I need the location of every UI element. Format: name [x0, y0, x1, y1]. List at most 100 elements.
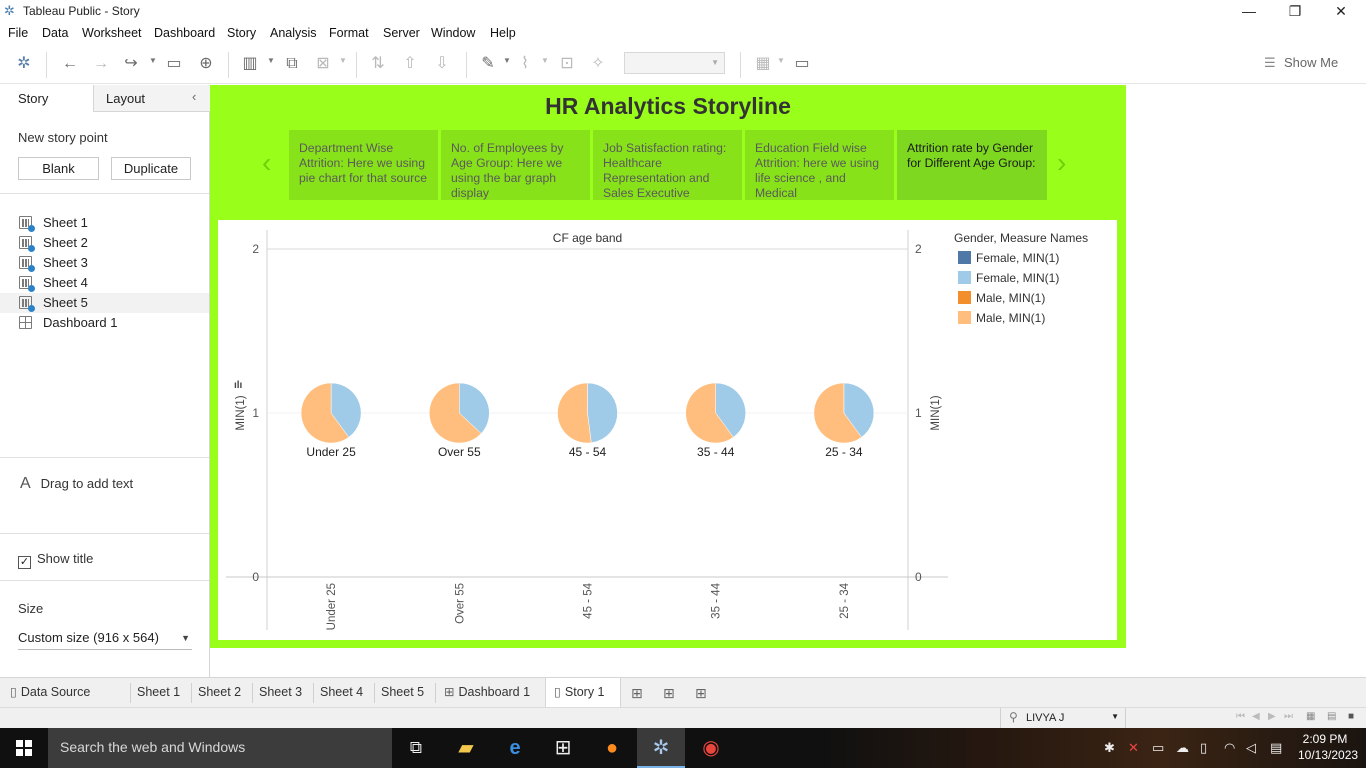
printer-icon[interactable]: ▭	[1152, 740, 1164, 756]
store-icon[interactable]: ⊞	[539, 728, 587, 768]
minimize-button[interactable]: —	[1226, 0, 1272, 22]
user-menu[interactable]: ⚲ LIVYA J ▼	[1000, 708, 1126, 729]
replay-dropdown-icon[interactable]: ▼	[149, 56, 157, 65]
sheet-list-item[interactable]: Sheet 5	[0, 293, 209, 313]
menu-server[interactable]: Server	[383, 26, 420, 40]
duplicate-sheet-icon[interactable]: ⧉	[282, 54, 302, 74]
task-view-icon[interactable]: ⧉	[392, 728, 440, 768]
swap-icon[interactable]: ⇅	[368, 54, 388, 74]
first-sheet-icon[interactable]: ⏮	[1236, 711, 1245, 722]
file-explorer-icon[interactable]: ▰	[442, 728, 490, 768]
menu-worksheet[interactable]: Worksheet	[82, 26, 142, 40]
menu-analysis[interactable]: Analysis	[270, 26, 317, 40]
sheet-list-item[interactable]: Sheet 2	[0, 233, 209, 253]
last-sheet-icon[interactable]: ⏭	[1284, 711, 1293, 722]
sheet-tab[interactable]: Sheet 5	[381, 678, 424, 708]
restore-button[interactable]: ❐	[1272, 0, 1318, 22]
save-icon[interactable]: ▭	[164, 54, 184, 74]
story-point-3[interactable]: Job Satisfaction rating: Healthcare Repr…	[593, 130, 742, 200]
menu-story[interactable]: Story	[227, 26, 256, 40]
fit-select[interactable]: ▼	[624, 52, 725, 74]
tableau-logo-icon[interactable]: ✲	[14, 54, 34, 74]
new-worksheet-dropdown-icon[interactable]: ▼	[267, 56, 275, 65]
drag-to-add-text[interactable]: A Drag to add text	[20, 475, 133, 493]
new-worksheet-tab-icon[interactable]: ⊞	[631, 685, 643, 702]
sheet-list-item[interactable]: Sheet 3	[0, 253, 209, 273]
new-worksheet-icon[interactable]: ▥	[240, 54, 260, 74]
sheet-tab[interactable]: Sheet 2	[198, 678, 241, 708]
chrome-icon[interactable]: ◉	[687, 728, 735, 768]
sheet-list-item[interactable]: Sheet 1	[0, 213, 209, 233]
story-point-1[interactable]: Department Wise Attrition: Here we using…	[289, 130, 438, 200]
dashboard-tab[interactable]: ⊞ Dashboard 1	[444, 678, 530, 708]
story-point-2[interactable]: No. of Employees by Age Group: Here we u…	[441, 130, 590, 200]
sort-ascending-icon[interactable]: ⇧	[400, 54, 420, 74]
clear-sheet-dropdown-icon[interactable]: ▼	[339, 56, 347, 65]
undo-icon[interactable]: ←	[60, 54, 80, 74]
menu-data[interactable]: Data	[42, 26, 68, 40]
sheet-list-item[interactable]: Dashboard 1	[0, 313, 209, 333]
bluetooth-icon[interactable]: ✱	[1104, 740, 1115, 756]
sheet-sorter-icon[interactable]: ▦	[1306, 711, 1315, 722]
previous-story-point-arrow[interactable]: ‹	[262, 147, 271, 179]
show-me-button[interactable]: ☰ Show Me	[1264, 55, 1338, 71]
filmstrip-icon[interactable]: ▤	[1327, 711, 1336, 722]
tab-story[interactable]: Story	[0, 85, 93, 112]
onedrive-icon[interactable]: ☁	[1176, 740, 1189, 756]
replay-icon[interactable]: ↪	[121, 54, 141, 74]
firefox-icon[interactable]: ●	[588, 728, 636, 768]
previous-sheet-icon[interactable]: ◀	[1252, 711, 1260, 722]
volume-icon[interactable]: ◁	[1246, 740, 1256, 756]
sheet-tab[interactable]: Sheet 4	[320, 678, 363, 708]
story-tab[interactable]: ▯ Story 1	[545, 678, 621, 708]
sheet-list-item[interactable]: Sheet 4	[0, 273, 209, 293]
tabs-view-icon[interactable]: ■	[1348, 711, 1354, 722]
collapse-pane-icon[interactable]: ‹	[192, 89, 196, 104]
next-sheet-icon[interactable]: ▶	[1268, 711, 1276, 722]
menu-bar: File Data Worksheet Dashboard Story Anal…	[0, 22, 1366, 44]
edge-browser-icon[interactable]: e	[491, 728, 539, 768]
menu-help[interactable]: Help	[490, 26, 516, 40]
x-tick-label: Under 25	[326, 583, 338, 630]
story-point-4[interactable]: Education Field wise Attrition: here we …	[745, 130, 894, 200]
checkbox-icon[interactable]: ✓	[18, 556, 31, 569]
close-button[interactable]: ✕	[1318, 0, 1364, 22]
fix-axes-icon[interactable]: ✧	[588, 54, 608, 74]
data-source-tab[interactable]: ▯ Data Source	[10, 678, 90, 708]
notification-icon[interactable]: ▤	[1270, 740, 1282, 756]
group-icon[interactable]: ⌇	[515, 54, 535, 74]
presentation-icon[interactable]: ▭	[792, 54, 812, 74]
taskbar-search[interactable]: Search the web and Windows	[48, 728, 392, 768]
window-title: Tableau Public - Story	[23, 4, 140, 18]
new-dashboard-tab-icon[interactable]: ⊞	[663, 685, 675, 702]
sort-descending-icon[interactable]: ⇩	[432, 54, 452, 74]
duplicate-button[interactable]: Duplicate	[111, 157, 191, 180]
wifi-icon[interactable]: ◠	[1224, 740, 1235, 756]
sheet-tab[interactable]: Sheet 3	[259, 678, 302, 708]
blank-button[interactable]: Blank	[18, 157, 99, 180]
menu-window[interactable]: Window	[431, 26, 475, 40]
group-dropdown-icon[interactable]: ▼	[541, 56, 549, 65]
battery-icon[interactable]: ▯	[1200, 740, 1207, 756]
label-icon[interactable]: ⊡	[557, 54, 577, 74]
show-title-checkbox[interactable]: ✓ Show title	[18, 551, 93, 569]
highlight-icon[interactable]: ✎	[478, 54, 498, 74]
menu-dashboard[interactable]: Dashboard	[154, 26, 215, 40]
taskbar-clock[interactable]: 2:09 PM 10/13/2023	[1298, 731, 1358, 763]
new-data-source-icon[interactable]: ⊕	[196, 54, 216, 74]
sheet-tab[interactable]: Sheet 1	[137, 678, 180, 708]
new-story-tab-icon[interactable]: ⊞	[695, 685, 707, 702]
fit-dropdown-icon[interactable]: ▼	[777, 56, 785, 65]
tableau-taskbar-icon[interactable]: ✲	[637, 728, 685, 768]
menu-format[interactable]: Format	[329, 26, 369, 40]
menu-file[interactable]: File	[8, 26, 28, 40]
fit-icon[interactable]: ▦	[753, 54, 773, 74]
next-story-point-arrow[interactable]: ›	[1057, 147, 1066, 179]
redo-icon[interactable]: →	[91, 54, 111, 74]
highlight-dropdown-icon[interactable]: ▼	[503, 56, 511, 65]
story-point-5[interactable]: Attrition rate by Gender for Different A…	[897, 130, 1047, 200]
clear-sheet-icon[interactable]: ⊠	[313, 54, 333, 74]
size-select[interactable]: Custom size (916 x 564) ▼	[18, 630, 192, 650]
windows-start-icon[interactable]	[16, 740, 32, 756]
network-warning-icon[interactable]: ✕	[1128, 740, 1139, 756]
